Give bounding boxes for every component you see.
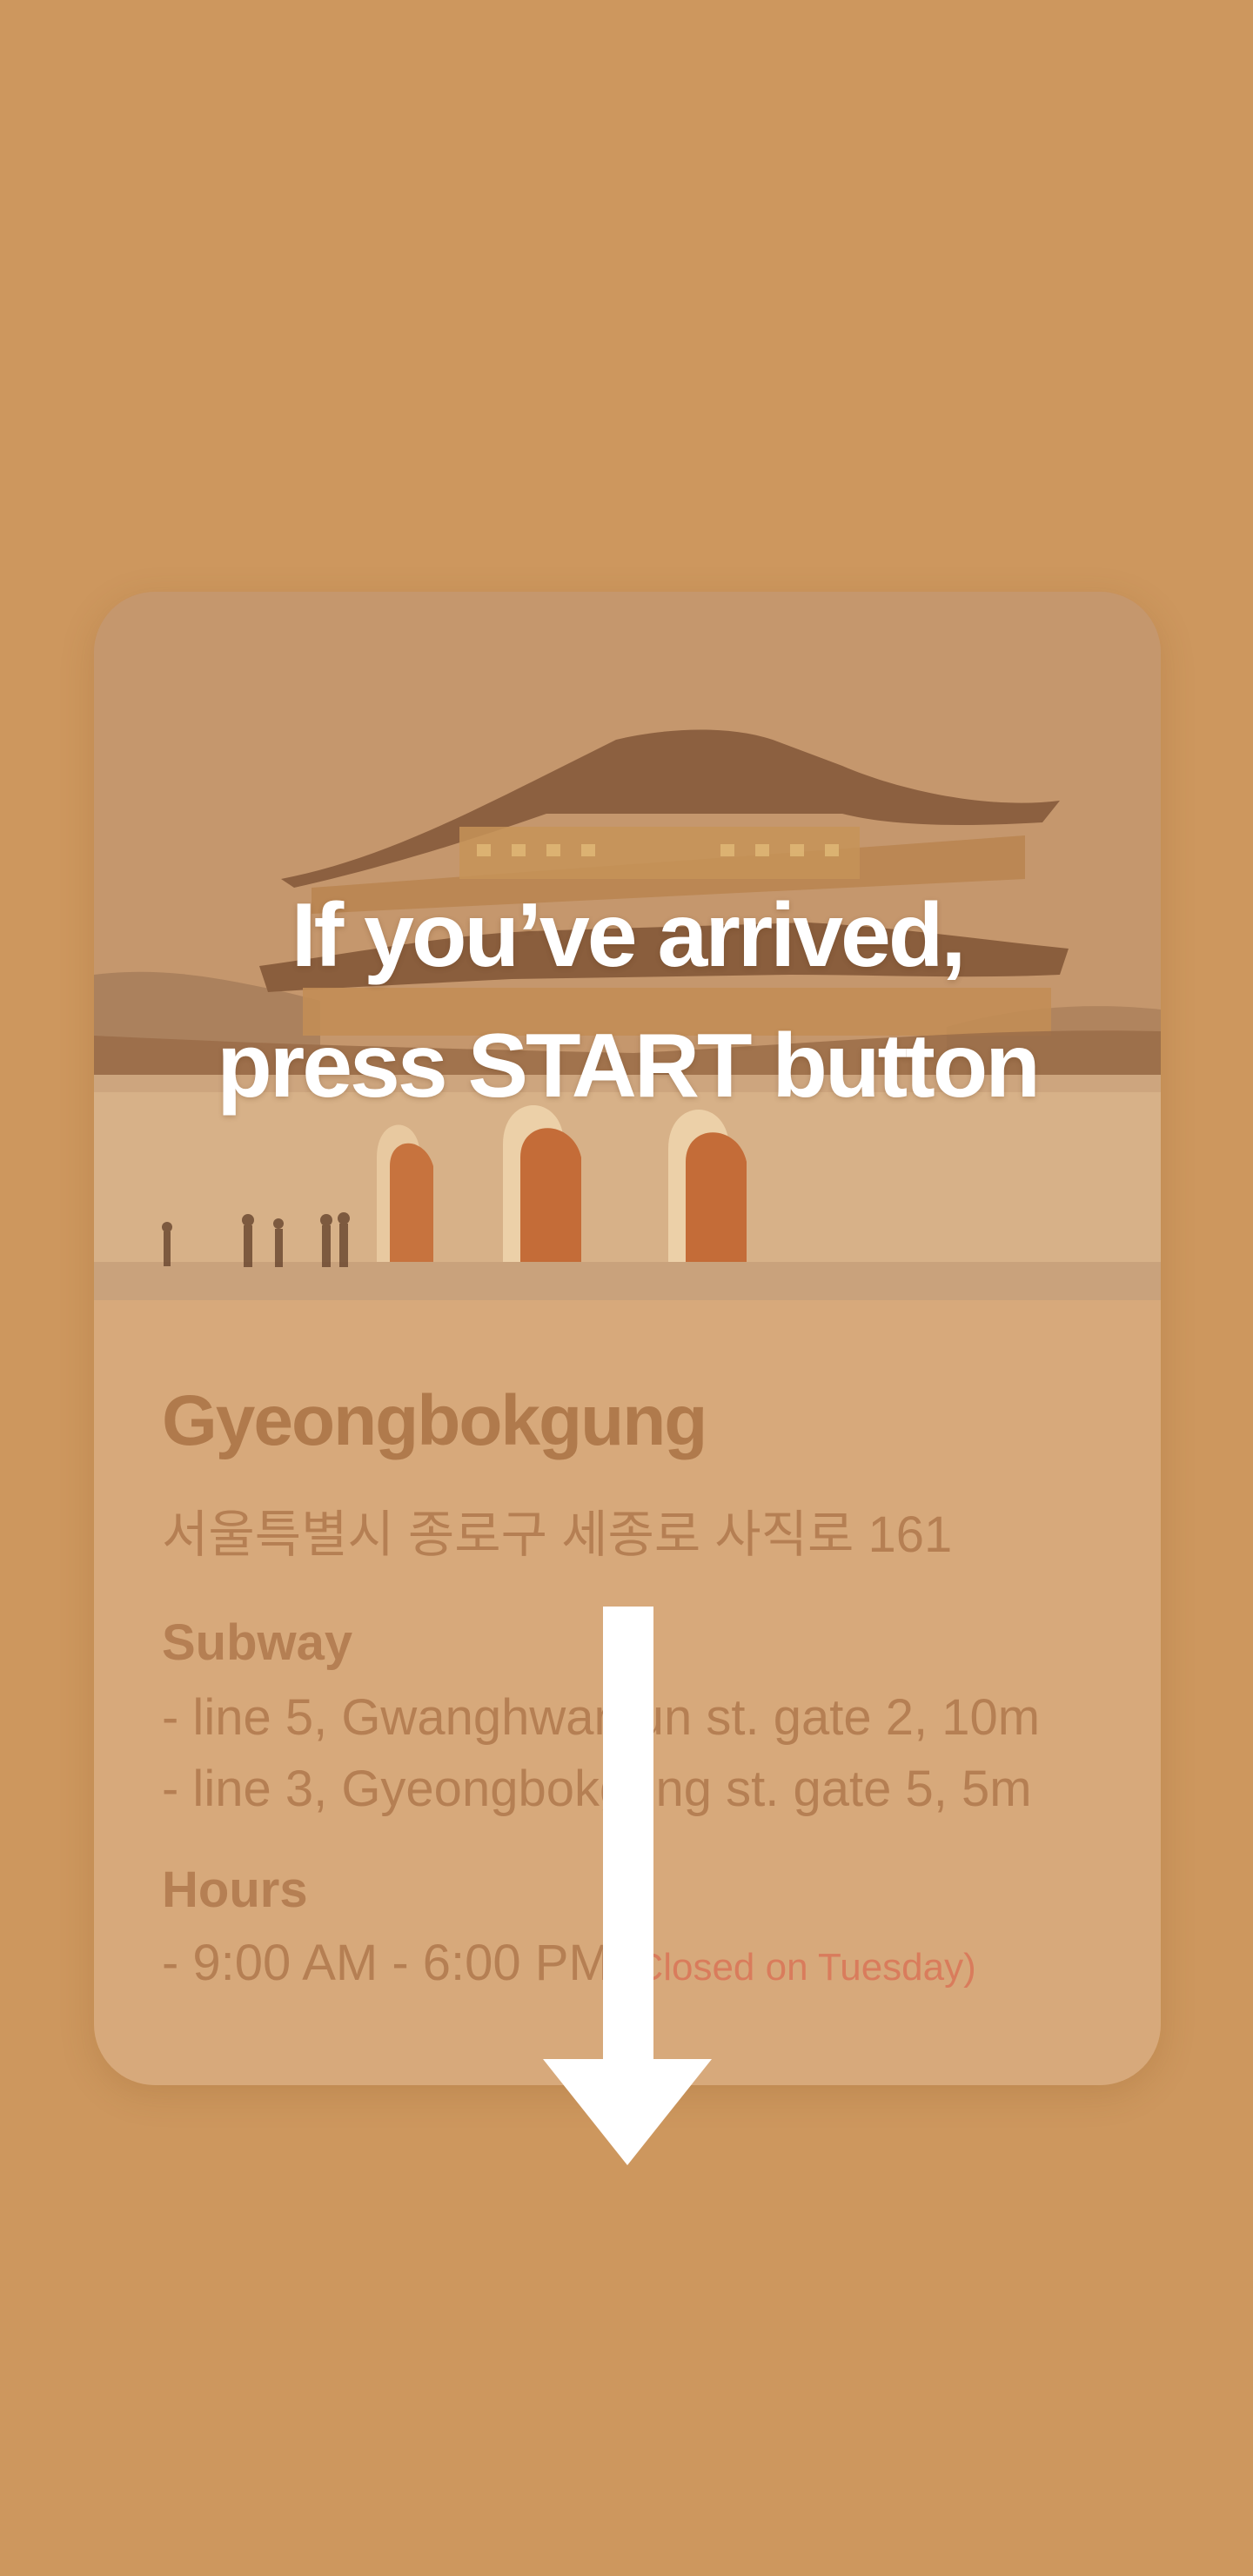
subway-line-item: - line 3, Gyeongbokgung st. gate 5, 5m (162, 1761, 1032, 1817)
place-name: Gyeongbokgung (162, 1381, 707, 1460)
hours-time: - 9:00 AM - 6:00 PM (162, 1935, 611, 1991)
arrow-head (543, 2059, 712, 2165)
hours-label: Hours (162, 1862, 308, 1918)
place-address: 서울특별시 종로구 세종로 사직로 161 (162, 1506, 953, 1563)
instruction-line-2: press START button (217, 1016, 1041, 1117)
hours-line: - 9:00 AM - 6:00 PM (Closed on Tuesday) (162, 1934, 976, 1992)
closed-note: (Closed on Tuesday) (622, 1946, 976, 1989)
palace-illustration: If you’ve arrived, press START button (94, 592, 1161, 1300)
arrow-shaft (603, 1607, 653, 2068)
subway-label: Subway (162, 1614, 353, 1671)
instruction-text: If you’ve arrived, press START button (94, 870, 1161, 1131)
subway-line-item: - line 5, Gwanghwamun st. gate 2, 10m (162, 1689, 1041, 1746)
instruction-line-1: If you’ve arrived, (291, 885, 967, 986)
